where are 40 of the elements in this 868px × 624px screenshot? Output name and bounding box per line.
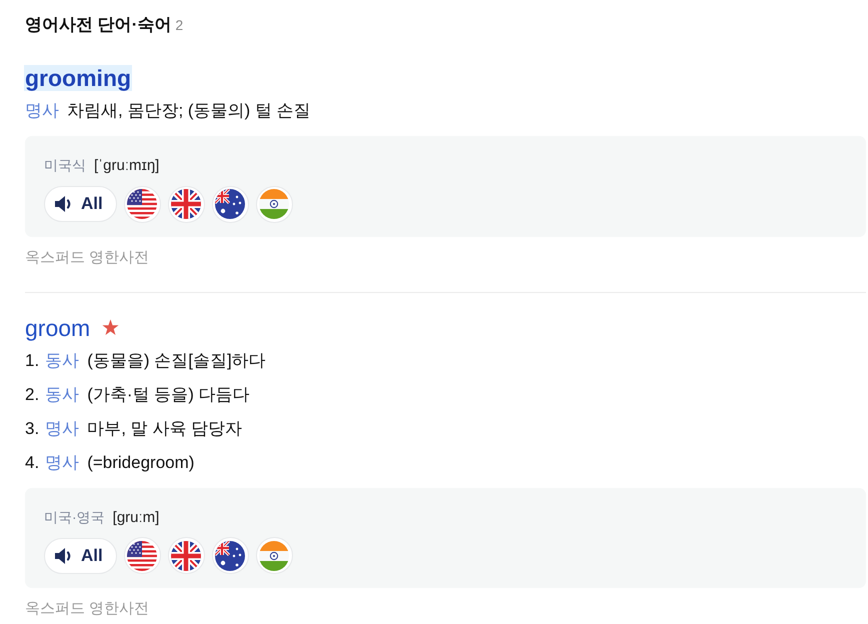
section-title: 영어사전 단어·숙어: [25, 14, 172, 36]
flag-button[interactable]: [168, 537, 205, 574]
part-of-speech: 동사: [45, 350, 80, 372]
dictionary-source: 옥스퍼드 영한사전: [25, 599, 150, 619]
dictionary-source: 옥스퍼드 영한사전: [25, 248, 150, 268]
india-flag-icon: [259, 189, 290, 219]
definition-text: 차림새, 몸단장; (동물의) 털 손질: [67, 100, 311, 122]
flag-button[interactable]: [212, 186, 249, 222]
sense-number: 1.: [25, 350, 40, 372]
flag-button[interactable]: [168, 186, 205, 222]
phonetic-text: [gruːm]: [112, 508, 160, 528]
definition-text: 마부, 말 사육 담당자: [87, 418, 242, 440]
us-flag-icon: [127, 540, 158, 570]
part-of-speech: 명사: [45, 418, 80, 440]
part-of-speech: 명사: [25, 100, 59, 122]
sense-number: 4.: [25, 452, 40, 474]
australia-flag-icon: [215, 540, 246, 570]
uk-flag-icon: [171, 540, 202, 570]
result-count: 2: [175, 16, 184, 35]
headword-link[interactable]: groom: [24, 314, 92, 340]
part-of-speech: 명사: [45, 452, 80, 474]
definition-text: (동물을) 손질[솔질]하다: [87, 350, 266, 372]
flag-button[interactable]: [212, 537, 249, 574]
flag-button[interactable]: [124, 186, 161, 222]
definition-text: (=bridegroom): [87, 452, 194, 474]
us-flag-icon: [127, 189, 158, 219]
pronunciation-label: 미국·영국: [44, 508, 105, 526]
uk-flag-icon: [171, 189, 202, 219]
play-all-button[interactable]: All: [44, 186, 117, 222]
australia-flag-icon: [215, 189, 246, 219]
phonetic-text: [ˈgruːmɪŋ]: [94, 156, 160, 176]
flag-button[interactable]: [124, 537, 161, 574]
play-all-button[interactable]: All: [44, 538, 117, 574]
part-of-speech: 동사: [45, 384, 80, 406]
india-flag-icon: [259, 540, 290, 570]
headword-link[interactable]: grooming: [24, 65, 132, 91]
definition-text: (가축·털 등을) 다듬다: [87, 384, 250, 406]
sense-number: 3.: [25, 418, 40, 440]
sense-number: 2.: [25, 384, 40, 406]
pronunciation-label: 미국식: [44, 156, 86, 175]
